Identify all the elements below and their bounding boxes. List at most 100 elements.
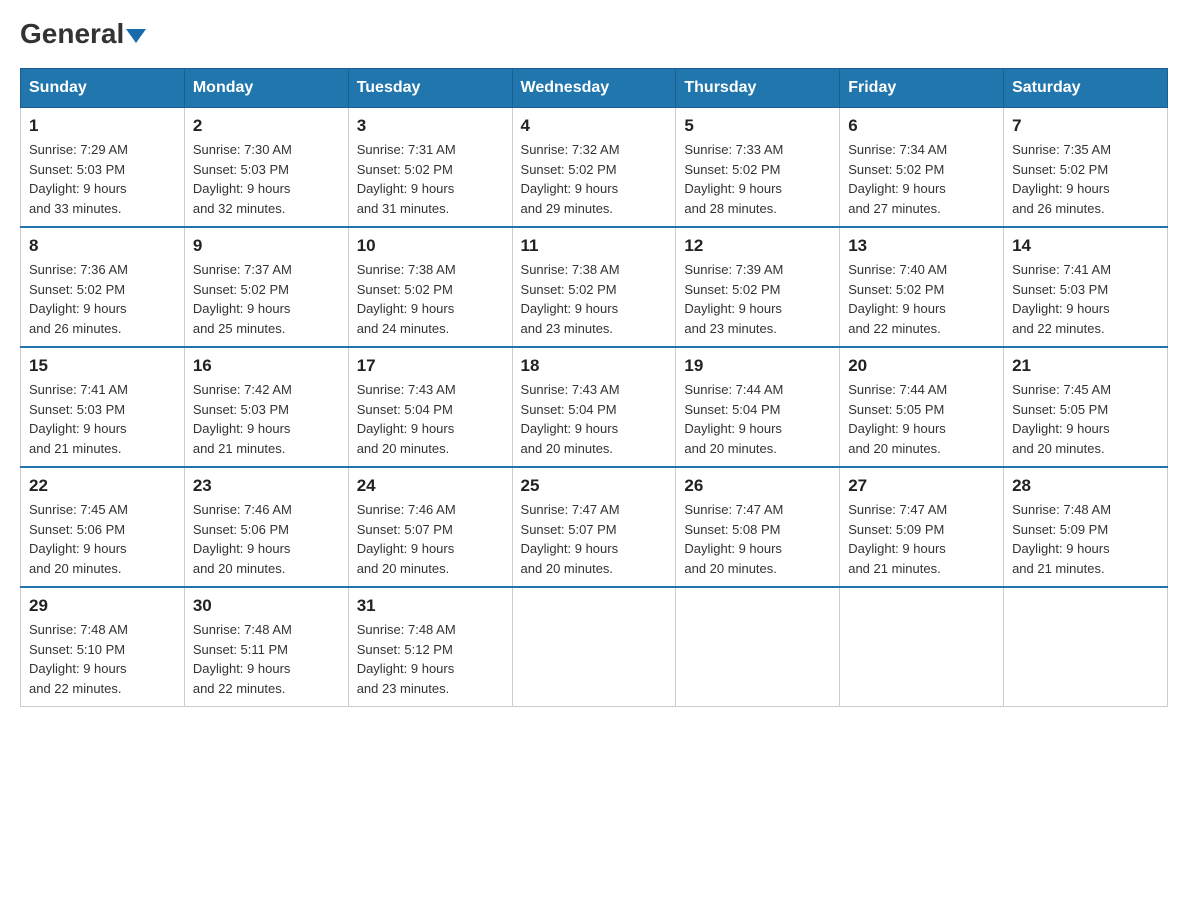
day-info: Sunrise: 7:31 AMSunset: 5:02 PMDaylight:… xyxy=(357,140,504,218)
weekday-header-saturday: Saturday xyxy=(1004,69,1168,108)
calendar-cell: 27 Sunrise: 7:47 AMSunset: 5:09 PMDayligh… xyxy=(840,467,1004,587)
day-number: 23 xyxy=(193,476,340,496)
day-info: Sunrise: 7:41 AMSunset: 5:03 PMDaylight:… xyxy=(1012,260,1159,338)
day-number: 6 xyxy=(848,116,995,136)
calendar-cell: 19Sunrise: 7:44 AMSunset: 5:04 PMDayligh… xyxy=(676,347,840,467)
day-number: 17 xyxy=(357,356,504,376)
day-number: 22 xyxy=(29,476,176,496)
calendar-cell: 2 Sunrise: 7:30 AMSunset: 5:03 PMDaylight… xyxy=(184,108,348,228)
calendar-week-row: 22 Sunrise: 7:45 AMSunset: 5:06 PMDayligh… xyxy=(21,467,1168,587)
calendar-cell: 13Sunrise: 7:40 AMSunset: 5:02 PMDayligh… xyxy=(840,227,1004,347)
day-number: 18 xyxy=(521,356,668,376)
day-info: Sunrise: 7:43 AMSunset: 5:04 PMDaylight:… xyxy=(521,380,668,458)
day-info: Sunrise: 7:30 AMSunset: 5:03 PMDaylight:… xyxy=(193,140,340,218)
day-number: 7 xyxy=(1012,116,1159,136)
day-number: 15 xyxy=(29,356,176,376)
day-number: 9 xyxy=(193,236,340,256)
day-info: Sunrise: 7:46 AMSunset: 5:06 PMDaylight:… xyxy=(193,500,340,578)
day-info: Sunrise: 7:33 AMSunset: 5:02 PMDaylight:… xyxy=(684,140,831,218)
day-info: Sunrise: 7:38 AMSunset: 5:02 PMDaylight:… xyxy=(521,260,668,338)
calendar-cell: 23 Sunrise: 7:46 AMSunset: 5:06 PMDayligh… xyxy=(184,467,348,587)
calendar-week-row: 1Sunrise: 7:29 AMSunset: 5:03 PMDaylight… xyxy=(21,108,1168,228)
calendar-cell: 26 Sunrise: 7:47 AMSunset: 5:08 PMDayligh… xyxy=(676,467,840,587)
day-number: 10 xyxy=(357,236,504,256)
calendar-cell: 28 Sunrise: 7:48 AMSunset: 5:09 PMDayligh… xyxy=(1004,467,1168,587)
day-info: Sunrise: 7:44 AMSunset: 5:05 PMDaylight:… xyxy=(848,380,995,458)
day-number: 24 xyxy=(357,476,504,496)
day-info: Sunrise: 7:46 AMSunset: 5:07 PMDaylight:… xyxy=(357,500,504,578)
calendar-cell: 31 Sunrise: 7:48 AMSunset: 5:12 PMDayligh… xyxy=(348,587,512,707)
calendar-week-row: 15 Sunrise: 7:41 AMSunset: 5:03 PMDayligh… xyxy=(21,347,1168,467)
logo-triangle-icon xyxy=(126,29,146,43)
day-info: Sunrise: 7:34 AMSunset: 5:02 PMDaylight:… xyxy=(848,140,995,218)
calendar-cell: 6 Sunrise: 7:34 AMSunset: 5:02 PMDaylight… xyxy=(840,108,1004,228)
calendar-cell: 11Sunrise: 7:38 AMSunset: 5:02 PMDayligh… xyxy=(512,227,676,347)
calendar-cell: 15 Sunrise: 7:41 AMSunset: 5:03 PMDayligh… xyxy=(21,347,185,467)
calendar-cell: 29 Sunrise: 7:48 AMSunset: 5:10 PMDayligh… xyxy=(21,587,185,707)
logo: General xyxy=(20,20,146,48)
calendar-week-row: 8 Sunrise: 7:36 AMSunset: 5:02 PMDaylight… xyxy=(21,227,1168,347)
day-number: 28 xyxy=(1012,476,1159,496)
calendar-cell: 4Sunrise: 7:32 AMSunset: 5:02 PMDaylight… xyxy=(512,108,676,228)
calendar-cell: 24 Sunrise: 7:46 AMSunset: 5:07 PMDayligh… xyxy=(348,467,512,587)
day-info: Sunrise: 7:42 AMSunset: 5:03 PMDaylight:… xyxy=(193,380,340,458)
logo-general: General xyxy=(20,18,124,49)
day-number: 16 xyxy=(193,356,340,376)
calendar-cell: 3 Sunrise: 7:31 AMSunset: 5:02 PMDaylight… xyxy=(348,108,512,228)
calendar-cell xyxy=(512,587,676,707)
day-number: 5 xyxy=(684,116,831,136)
day-info: Sunrise: 7:48 AMSunset: 5:10 PMDaylight:… xyxy=(29,620,176,698)
day-info: Sunrise: 7:45 AMSunset: 5:06 PMDaylight:… xyxy=(29,500,176,578)
weekday-header-tuesday: Tuesday xyxy=(348,69,512,108)
day-number: 2 xyxy=(193,116,340,136)
calendar-cell: 10 Sunrise: 7:38 AMSunset: 5:02 PMDayligh… xyxy=(348,227,512,347)
day-info: Sunrise: 7:36 AMSunset: 5:02 PMDaylight:… xyxy=(29,260,176,338)
day-number: 8 xyxy=(29,236,176,256)
weekday-header-wednesday: Wednesday xyxy=(512,69,676,108)
day-number: 31 xyxy=(357,596,504,616)
calendar-cell: 8 Sunrise: 7:36 AMSunset: 5:02 PMDaylight… xyxy=(21,227,185,347)
day-info: Sunrise: 7:44 AMSunset: 5:04 PMDaylight:… xyxy=(684,380,831,458)
calendar-cell: 18 Sunrise: 7:43 AMSunset: 5:04 PMDayligh… xyxy=(512,347,676,467)
page-header: General xyxy=(20,20,1168,48)
day-number: 25 xyxy=(521,476,668,496)
day-number: 12 xyxy=(684,236,831,256)
calendar-cell: 17 Sunrise: 7:43 AMSunset: 5:04 PMDayligh… xyxy=(348,347,512,467)
day-info: Sunrise: 7:43 AMSunset: 5:04 PMDaylight:… xyxy=(357,380,504,458)
day-info: Sunrise: 7:48 AMSunset: 5:12 PMDaylight:… xyxy=(357,620,504,698)
day-info: Sunrise: 7:41 AMSunset: 5:03 PMDaylight:… xyxy=(29,380,176,458)
calendar-cell xyxy=(1004,587,1168,707)
calendar-cell: 30Sunrise: 7:48 AMSunset: 5:11 PMDayligh… xyxy=(184,587,348,707)
calendar-cell: 16 Sunrise: 7:42 AMSunset: 5:03 PMDayligh… xyxy=(184,347,348,467)
day-number: 13 xyxy=(848,236,995,256)
day-info: Sunrise: 7:29 AMSunset: 5:03 PMDaylight:… xyxy=(29,140,176,218)
day-number: 14 xyxy=(1012,236,1159,256)
day-number: 29 xyxy=(29,596,176,616)
day-number: 3 xyxy=(357,116,504,136)
weekday-header-monday: Monday xyxy=(184,69,348,108)
day-number: 20 xyxy=(848,356,995,376)
calendar-cell: 5 Sunrise: 7:33 AMSunset: 5:02 PMDaylight… xyxy=(676,108,840,228)
day-info: Sunrise: 7:39 AMSunset: 5:02 PMDaylight:… xyxy=(684,260,831,338)
calendar-cell: 1Sunrise: 7:29 AMSunset: 5:03 PMDaylight… xyxy=(21,108,185,228)
day-info: Sunrise: 7:38 AMSunset: 5:02 PMDaylight:… xyxy=(357,260,504,338)
day-info: Sunrise: 7:47 AMSunset: 5:07 PMDaylight:… xyxy=(521,500,668,578)
day-info: Sunrise: 7:35 AMSunset: 5:02 PMDaylight:… xyxy=(1012,140,1159,218)
day-number: 30 xyxy=(193,596,340,616)
day-number: 27 xyxy=(848,476,995,496)
calendar-cell: 9Sunrise: 7:37 AMSunset: 5:02 PMDaylight… xyxy=(184,227,348,347)
day-number: 21 xyxy=(1012,356,1159,376)
weekday-header-friday: Friday xyxy=(840,69,1004,108)
day-number: 26 xyxy=(684,476,831,496)
weekday-header-sunday: Sunday xyxy=(21,69,185,108)
calendar-cell: 25 Sunrise: 7:47 AMSunset: 5:07 PMDayligh… xyxy=(512,467,676,587)
day-info: Sunrise: 7:45 AMSunset: 5:05 PMDaylight:… xyxy=(1012,380,1159,458)
calendar-cell: 22 Sunrise: 7:45 AMSunset: 5:06 PMDayligh… xyxy=(21,467,185,587)
calendar-cell: 20 Sunrise: 7:44 AMSunset: 5:05 PMDayligh… xyxy=(840,347,1004,467)
calendar-cell: 21 Sunrise: 7:45 AMSunset: 5:05 PMDayligh… xyxy=(1004,347,1168,467)
day-info: Sunrise: 7:32 AMSunset: 5:02 PMDaylight:… xyxy=(521,140,668,218)
day-info: Sunrise: 7:47 AMSunset: 5:08 PMDaylight:… xyxy=(684,500,831,578)
day-info: Sunrise: 7:48 AMSunset: 5:09 PMDaylight:… xyxy=(1012,500,1159,578)
day-info: Sunrise: 7:47 AMSunset: 5:09 PMDaylight:… xyxy=(848,500,995,578)
calendar-cell: 12 Sunrise: 7:39 AMSunset: 5:02 PMDayligh… xyxy=(676,227,840,347)
